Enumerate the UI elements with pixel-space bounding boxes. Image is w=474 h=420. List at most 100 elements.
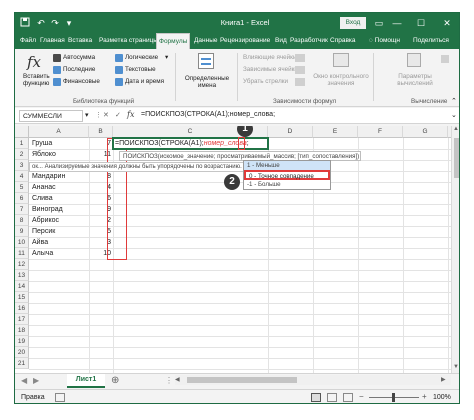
- column-header[interactable]: G: [403, 126, 448, 138]
- row-header[interactable]: 5: [15, 182, 29, 193]
- dropdown-item-exact[interactable]: 0 - Точное совпадение: [244, 170, 330, 180]
- row-header[interactable]: 12: [15, 259, 29, 270]
- datetime-button[interactable]: Дата и время: [125, 78, 164, 85]
- sheet-next-icon[interactable]: ▶: [33, 376, 39, 385]
- logical-button[interactable]: Логические: [125, 54, 158, 61]
- insert-function-fx-icon[interactable]: fx: [127, 110, 134, 119]
- trace-precedents-button[interactable]: Влияющие ячейки: [243, 54, 296, 61]
- tab-home[interactable]: Главная: [38, 33, 67, 49]
- row-header[interactable]: 3: [15, 160, 29, 171]
- show-formulas-icon[interactable]: [295, 54, 305, 62]
- add-sheet-icon[interactable]: ⊕: [111, 375, 119, 386]
- calc-now-icon[interactable]: [441, 55, 449, 63]
- cell-a4[interactable]: Мандарин: [32, 173, 65, 180]
- error-checking-icon[interactable]: [295, 66, 305, 74]
- text-button[interactable]: Текстовые: [125, 66, 156, 73]
- formula-input[interactable]: =ПОИСКПОЗ(СТРОКА(A1);номер_слова;: [141, 111, 275, 118]
- page-break-view-icon[interactable]: [343, 393, 353, 402]
- row-header[interactable]: 21: [15, 358, 29, 369]
- tab-formulas[interactable]: Формулы: [156, 33, 191, 49]
- tab-developer[interactable]: Разработчик: [288, 33, 330, 49]
- expand-formula-bar-icon[interactable]: ⌄: [451, 111, 457, 119]
- cell-a1[interactable]: Груша: [32, 140, 52, 147]
- row-header[interactable]: 15: [15, 292, 29, 303]
- tab-insert[interactable]: Вставка: [66, 33, 94, 49]
- collapse-ribbon-icon[interactable]: ⌃: [451, 97, 457, 105]
- zoom-level[interactable]: 100%: [433, 394, 451, 401]
- normal-view-icon[interactable]: [311, 393, 321, 402]
- row-header[interactable]: 13: [15, 270, 29, 281]
- close-button[interactable]: ✕: [439, 16, 455, 30]
- row-header[interactable]: 19: [15, 336, 29, 347]
- column-header[interactable]: D: [268, 126, 313, 138]
- dropdown-item-less[interactable]: 1 - Меньше: [244, 161, 330, 170]
- tab-assistant[interactable]: ◌ Помощн: [367, 33, 402, 49]
- cell-a11[interactable]: Алыча: [32, 250, 53, 257]
- row-header[interactable]: 11: [15, 248, 29, 259]
- cell-a7[interactable]: Виноград: [32, 206, 63, 213]
- autosave-icon[interactable]: [19, 17, 31, 29]
- customize-quick-access-icon[interactable]: ▾: [63, 17, 75, 29]
- row-header[interactable]: 2: [15, 149, 29, 160]
- cell-a10[interactable]: Айва: [32, 239, 48, 246]
- column-header[interactable]: F: [358, 126, 403, 138]
- accessibility-icon[interactable]: [55, 393, 65, 402]
- row-header[interactable]: 18: [15, 325, 29, 336]
- sheet-tab-1[interactable]: Лист1: [67, 374, 105, 388]
- vertical-scroll-thumb[interactable]: [454, 138, 459, 178]
- name-box-dropdown-icon[interactable]: ▾: [85, 111, 89, 119]
- row-header[interactable]: 6: [15, 193, 29, 204]
- calc-options-button[interactable]: Параметры вычислений: [393, 53, 437, 93]
- page-layout-view-icon[interactable]: [327, 393, 337, 402]
- cell-a2[interactable]: Яблоко: [32, 151, 56, 158]
- tab-review[interactable]: Рецензирование: [218, 33, 272, 49]
- undo-icon[interactable]: ↶: [35, 17, 47, 29]
- dropdown-item-greater[interactable]: -1 - Больше: [244, 180, 330, 189]
- horizontal-scrollbar[interactable]: ◀ ▶: [175, 375, 451, 385]
- cell-a6[interactable]: Слива: [32, 195, 53, 202]
- share-button[interactable]: Поделиться: [411, 33, 451, 49]
- scroll-right-icon[interactable]: ▶: [441, 376, 446, 383]
- tab-split-handle-icon[interactable]: ⋮: [165, 376, 173, 385]
- scroll-up-icon[interactable]: ▲: [453, 126, 459, 132]
- row-header[interactable]: 17: [15, 314, 29, 325]
- redo-icon[interactable]: ↷: [49, 17, 61, 29]
- vertical-scrollbar[interactable]: ▲ ▼: [451, 126, 459, 373]
- defined-names-button[interactable]: Определенные имена: [181, 53, 233, 93]
- cell-a9[interactable]: Персик: [32, 228, 55, 235]
- ribbon-display-icon[interactable]: ▭: [371, 16, 387, 30]
- row-header[interactable]: 9: [15, 226, 29, 237]
- watch-window-button[interactable]: Окно контрольного значения: [313, 53, 369, 93]
- more-functions-icon[interactable]: ▾: [165, 54, 168, 61]
- row-header[interactable]: 20: [15, 347, 29, 358]
- name-box[interactable]: СУММЕСЛИ: [19, 110, 83, 122]
- row-header[interactable]: 4: [15, 171, 29, 182]
- tab-help[interactable]: Справка: [328, 33, 358, 49]
- cancel-entry-icon[interactable]: ✕: [103, 111, 109, 119]
- row-header[interactable]: 14: [15, 281, 29, 292]
- zoom-out-icon[interactable]: −: [359, 392, 364, 401]
- cell-a8[interactable]: Абрикос: [32, 217, 59, 224]
- row-header[interactable]: 10: [15, 237, 29, 248]
- scroll-down-icon[interactable]: ▼: [453, 364, 459, 370]
- row-header[interactable]: 7: [15, 204, 29, 215]
- remove-arrows-button[interactable]: Убрать стрелки: [243, 78, 288, 85]
- select-all-corner[interactable]: [15, 126, 29, 138]
- zoom-slider-thumb[interactable]: [392, 393, 395, 402]
- tab-page-layout[interactable]: Разметка страницы: [97, 33, 160, 49]
- minimize-button[interactable]: —: [389, 16, 405, 30]
- column-header[interactable]: E: [313, 126, 358, 138]
- autosum-button[interactable]: Автосумма: [63, 54, 95, 61]
- row-header[interactable]: 1: [15, 138, 29, 149]
- recent-button[interactable]: Последние: [63, 66, 95, 73]
- tab-data[interactable]: Данные: [192, 33, 219, 49]
- restore-button[interactable]: ☐: [413, 16, 429, 30]
- enter-icon[interactable]: ✓: [115, 111, 121, 119]
- row-header[interactable]: 8: [15, 215, 29, 226]
- financial-button[interactable]: Финансовые: [63, 78, 100, 85]
- evaluate-formula-icon[interactable]: [295, 78, 305, 86]
- sign-in-button[interactable]: Вход: [340, 17, 366, 29]
- active-cell-editor[interactable]: =ПОИСКПОЗ(СТРОКА(A1);номер_слова;: [115, 140, 249, 147]
- horizontal-scroll-thumb[interactable]: [187, 377, 297, 383]
- tab-file[interactable]: Файл: [18, 33, 38, 49]
